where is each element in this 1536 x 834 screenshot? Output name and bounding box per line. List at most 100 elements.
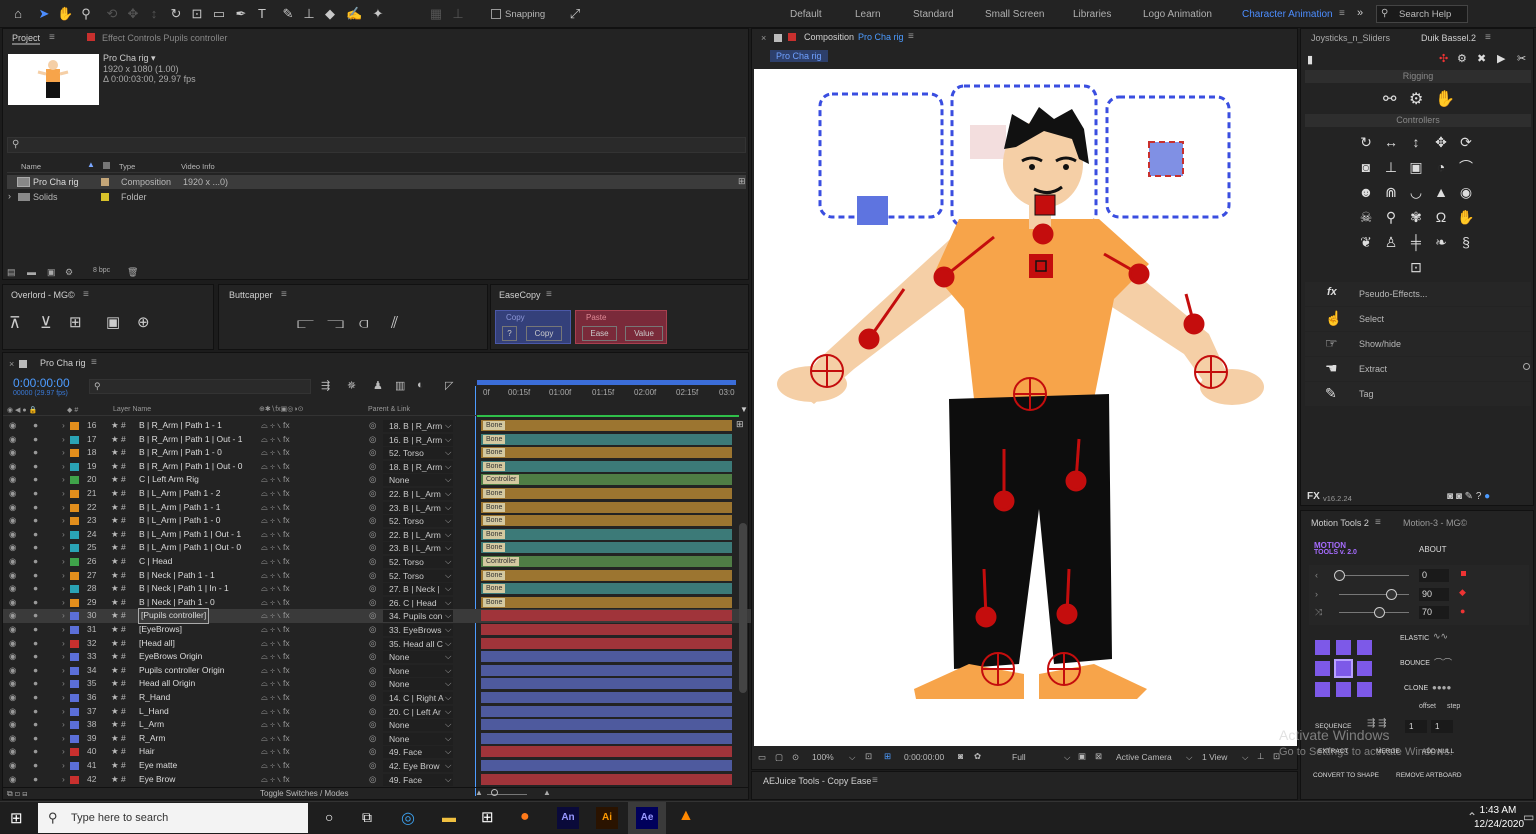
layer-duration-bar[interactable]: Bone [481,433,732,445]
solo-icon[interactable]: ● [33,514,38,528]
close-icon[interactable]: × [761,33,766,43]
workspace-learn[interactable]: Learn [855,9,881,20]
layer-name[interactable]: B | R_Arm | Path 1 - 1 [139,419,222,433]
solo-icon[interactable]: ● [33,433,38,447]
interpret-icon[interactable]: ▤ [7,267,16,278]
pickwhip-icon[interactable]: ◎ [369,718,376,732]
visibility-icon[interactable]: ◉ [9,609,16,623]
comp-mini-flowchart-icon[interactable]: ⇶ [321,379,330,392]
monitor-icon[interactable]: ▢ [775,752,783,763]
expand-icon[interactable]: › [62,514,65,528]
mouth-ctrl-icon[interactable]: ◡ [1407,183,1425,201]
store-icon[interactable]: ⊞ [481,808,494,826]
layer-switches-icons[interactable]: ⌓ ⊹ ∖ fx [261,773,290,787]
panel-menu-icon[interactable]: ≡ [872,775,878,786]
solo-icon[interactable]: ● [33,582,38,596]
move-ctrl-icon[interactable]: ✥ [1432,133,1450,151]
visibility-icon[interactable]: ◉ [9,419,16,433]
draft-3d-icon[interactable]: ✵ [347,379,356,392]
layer-switches-icons[interactable]: ⌓ ⊹ ∖ fx [261,677,290,691]
visibility-icon[interactable]: ◉ [9,718,16,732]
pickwhip-icon[interactable]: ◎ [369,569,376,583]
layer-label-color[interactable] [70,666,79,675]
anchor-br[interactable] [1357,682,1372,697]
orbit-tool-icon[interactable]: ⟲ [104,6,120,22]
selection-tool-icon[interactable]: ➤ [36,6,52,22]
solo-icon[interactable]: ● [33,732,38,746]
roto-brush-icon[interactable]: ✍ [346,6,362,22]
solo-icon[interactable]: ● [33,773,38,787]
always-preview-icon[interactable]: ▭ [758,752,766,763]
feather-ctrl-icon[interactable]: ❧ [1432,233,1450,251]
layer-row[interactable]: ◉ ● › 37 ★ # L_Hand ⌓ ⊹ ∖ fx ◎ 20. C | Left Ar ⌵ [3,705,753,719]
layer-switches-icons[interactable]: ⌓ ⊹ ∖ fx [261,460,290,474]
solo-icon[interactable]: ● [33,705,38,719]
buttcapper-tab[interactable]: Buttcapper [229,290,273,300]
motion-blur-icon[interactable]: ◐ [417,379,424,391]
rotate-tool-icon[interactable]: ↻ [168,6,184,22]
transparency-grid-icon[interactable]: ⊠ [1095,751,1102,762]
expand-icon[interactable]: › [62,582,65,596]
arrows-icon[interactable]: ⤨ [1315,607,1322,618]
layer-label-color[interactable] [70,775,79,784]
pickwhip-icon[interactable]: ◎ [369,419,376,433]
file-icon[interactable]: ▮ [1307,53,1313,66]
align-icon[interactable]: ▦ [428,6,444,22]
zoom-tool-icon[interactable]: ⚲ [78,6,94,22]
visibility-icon[interactable]: ◉ [9,541,16,555]
grid-icon[interactable]: ⊞ [69,313,82,331]
viewer-timecode[interactable]: 0:00:00:00 [904,752,944,762]
solo-icon[interactable]: ● [33,487,38,501]
help-button[interactable]: ? [502,326,517,341]
layer-row[interactable]: ◉ ● › 29 ★ # B | Neck | Path 1 - 0 ⌓ ⊹ ∖ fx ◎ 26… [3,596,753,610]
layer-duration-bar[interactable]: Bone [481,420,732,431]
chevron-down-icon[interactable]: ⌵ [445,650,451,664]
push-to-ae-icon[interactable]: ⊼ [9,313,21,333]
time-ruler[interactable]: 0f 00:15f 01:00f 01:15f 02:00f 02:15f 03… [477,386,739,400]
expand-icon[interactable]: › [62,759,65,773]
artboard-icon[interactable]: ▣ [106,313,120,331]
elastic-button[interactable]: ELASTIC [1400,635,1429,642]
layer-label-color[interactable] [70,558,79,566]
expand-icon[interactable]: › [62,419,65,433]
layer-name[interactable]: R_Hand [139,691,170,705]
visibility-icon[interactable]: ◉ [9,514,16,528]
magnification[interactable]: 100% [812,752,834,762]
stroke-icon[interactable]: ⫽ [391,315,398,333]
parent-select[interactable]: 34. Pupils con [383,610,453,623]
col-name[interactable]: Name [21,162,41,171]
solo-icon[interactable]: ● [33,718,38,732]
parent-select[interactable]: 49. Face [383,773,453,786]
brush-tool-icon[interactable]: ✎ [280,6,296,22]
skull-ctrl-icon[interactable]: ☠ [1357,208,1375,226]
layer-row[interactable]: ◉ ● › 17 ★ # B | R_Arm | Path 1 | Out - 1 ⌓ ⊹ … [3,433,753,447]
visibility-icon[interactable]: ◉ [9,759,16,773]
layer-row[interactable]: ◉ ● › 24 ★ # B | L_Arm | Path 1 | Out - 1 ⌓ ⊹ … [3,528,753,542]
aejuice-tab[interactable]: AEJuice Tools - Copy Ease [763,776,871,786]
roi-icon[interactable]: ▣ [1078,751,1086,762]
pickwhip-icon[interactable]: ◎ [369,745,376,759]
layer-duration-bar[interactable]: Bone [481,501,732,513]
menu-icon[interactable]: ≡ [1339,8,1351,19]
visibility-icon[interactable]: ◉ [9,745,16,759]
layer-label-color[interactable] [70,435,79,444]
head-ctrl-icon[interactable]: ☻ [1357,183,1375,201]
parent-select[interactable]: 27. B | Neck | [383,583,453,596]
layer-row[interactable]: ◉ ● › 34 ★ # Pupils controller Origin ⌓ ⊹ ∖ fx… [3,664,753,678]
parent-select[interactable]: None [383,732,453,745]
layer-row[interactable]: ◉ ● › 36 ★ # R_Hand ⌓ ⊹ ∖ fx ◎ 14. C | Right A ⌵ [3,691,753,705]
pickwhip-icon[interactable]: ◎ [369,677,376,691]
parent-select[interactable]: 52. Torso [383,515,453,528]
offset-input[interactable]: 1 [1405,720,1427,733]
layer-duration-bar[interactable] [481,651,732,663]
toggle-pixel-icon[interactable]: ⊥ [1257,751,1264,762]
toggle-panes-icons[interactable]: ⧉ ⊡ ⊟ [7,789,27,799]
anchor-bl[interactable] [1315,682,1330,697]
layer-label-color[interactable] [70,544,79,553]
pickwhip-icon[interactable]: ◎ [369,487,376,501]
hair-ctrl-icon[interactable]: ⋒ [1382,183,1400,201]
expand-icon[interactable]: › [62,691,65,705]
chevron-down-icon[interactable]: ⌵ [445,664,451,678]
frame-blend-icon[interactable]: ▥ [395,379,405,392]
layer-name[interactable]: B | L_Arm | Path 1 - 0 [139,514,220,528]
